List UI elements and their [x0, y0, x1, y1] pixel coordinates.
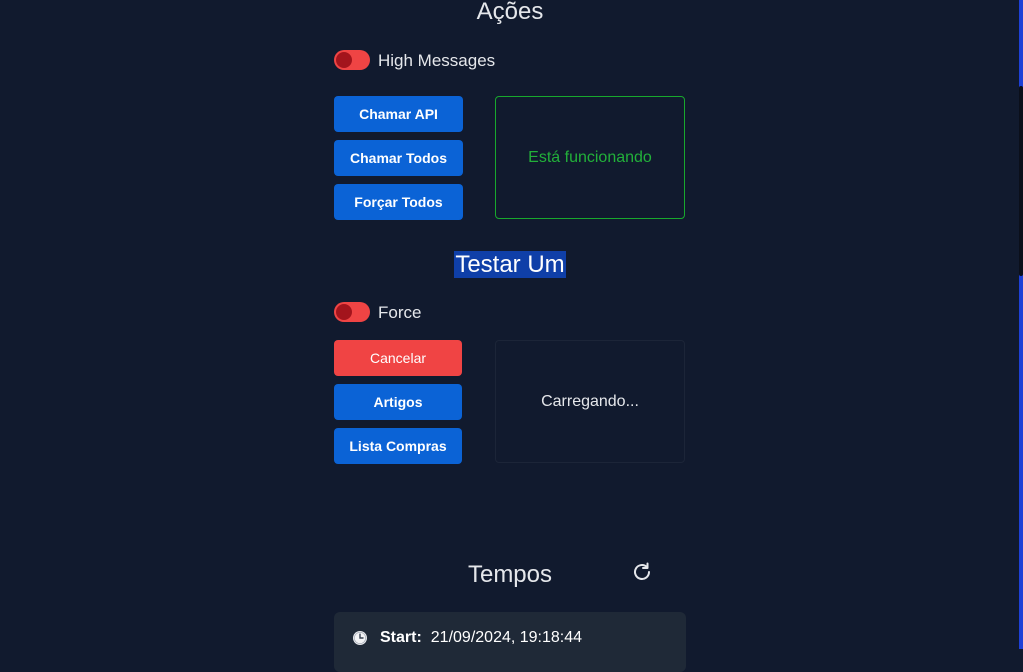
acoes-status-panel: Está funcionando	[495, 96, 685, 219]
toggle-knob	[336, 304, 352, 320]
testar-title: Testar Um	[454, 251, 566, 278]
artigos-button[interactable]: Artigos	[334, 384, 462, 420]
force-label: Force	[378, 303, 422, 322]
toggle-knob	[336, 52, 352, 68]
cancelar-button[interactable]: Cancelar	[334, 340, 462, 376]
time-row-key: Start:	[380, 629, 422, 646]
refresh-icon[interactable]	[630, 560, 654, 584]
acoes-title: Ações	[476, 0, 544, 25]
high-messages-toggle[interactable]	[334, 50, 370, 70]
scrollbar-thumb[interactable]	[1019, 86, 1023, 276]
chamar-api-button[interactable]: Chamar API	[334, 96, 463, 132]
chamar-todos-button[interactable]: Chamar Todos	[334, 140, 463, 176]
force-toggle[interactable]	[334, 302, 370, 322]
clock-icon	[353, 631, 367, 645]
testar-status-panel: Carregando...	[495, 340, 685, 463]
high-messages-label: High Messages	[378, 51, 496, 70]
lista-compras-button[interactable]: Lista Compras	[334, 428, 462, 464]
acoes-status-text: Está funcionando	[528, 148, 652, 166]
testar-status-text: Carregando...	[541, 392, 639, 410]
forcar-todos-button[interactable]: Forçar Todos	[334, 184, 463, 220]
time-row-value: 21/09/2024, 19:18:44	[430, 629, 583, 646]
testar-title-wrapper: Testar Um	[335, 251, 685, 279]
time-row-start: Start: 21/09/2024, 19:18:44	[352, 629, 582, 647]
